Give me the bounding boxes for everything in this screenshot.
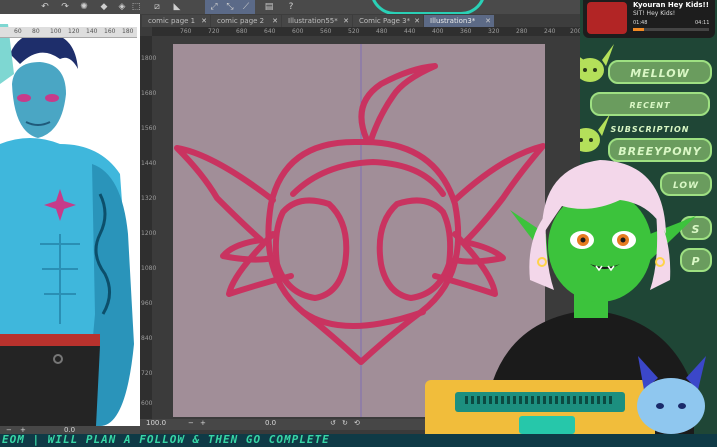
- zoom-in-icon[interactable]: +: [200, 419, 206, 428]
- reference-ruler: 60 80 100 120 140 160 180: [0, 27, 137, 38]
- scrolling-ticker: EOM | WILL PLAN A FOLLOW & THEN GO COMPL…: [0, 434, 717, 447]
- reset-rotation-icon[interactable]: ⟲: [354, 419, 360, 428]
- close-icon[interactable]: ✕: [485, 15, 491, 27]
- ruler-label: 80: [32, 28, 40, 35]
- stream-frame-arc: [370, 0, 486, 15]
- ruler-label: 140: [86, 28, 98, 35]
- lasso-icon[interactable]: ◣: [172, 2, 182, 12]
- canvas-angle-value[interactable]: 0.0: [265, 419, 276, 428]
- selection-tools-group[interactable]: ⤢ ⤡ ⟋: [205, 0, 255, 14]
- canvas-zoom-value[interactable]: 100.0: [146, 419, 166, 428]
- eraser-icon[interactable]: ◈: [117, 2, 127, 12]
- tab-label: comic page 2: [217, 17, 265, 25]
- shape-select-icon[interactable]: ⤡: [225, 2, 235, 12]
- ruler-label: 640: [264, 28, 276, 35]
- album-art: [587, 2, 627, 34]
- close-icon[interactable]: ✕: [201, 15, 207, 27]
- tab-comic-page-1[interactable]: comic page 1 ✕: [142, 15, 210, 27]
- keyboard-keys: [465, 396, 615, 404]
- tab-label: Comic Page 3*: [359, 17, 411, 25]
- toolbar: ↶ ↷ ✺ ◆ ◈ ⬚ ⧄ ◣ ⤢ ⤡ ⟋ ▤ ?: [0, 0, 580, 15]
- reference-image-panel[interactable]: [0, 14, 140, 426]
- side-ruler: 1800 1680 1560 1440 1320 1200 1080 960 8…: [140, 36, 156, 419]
- rotate-left-icon[interactable]: ↺: [330, 419, 336, 428]
- ruler-label: 960: [141, 300, 153, 307]
- line-select-icon[interactable]: ⟋: [241, 2, 251, 12]
- ruler-label: 760: [180, 28, 192, 35]
- desk-keyboard-prop: [425, 380, 655, 434]
- zoom-out-icon[interactable]: −: [188, 419, 194, 428]
- tab-comic-page-2[interactable]: comic page 2 ✕: [211, 15, 281, 27]
- ruler-label: 400: [432, 28, 444, 35]
- tab-comic-page-3[interactable]: Comic Page 3* ✕: [353, 15, 423, 27]
- loading-icon[interactable]: ✺: [79, 2, 89, 12]
- ruler-label: 1200: [141, 230, 157, 237]
- progress-track: [633, 28, 709, 31]
- ruler-label: 1440: [141, 160, 157, 167]
- ruler-label: 60: [14, 28, 22, 35]
- ruler-label: 600: [141, 400, 153, 407]
- fill-icon[interactable]: ◆: [99, 2, 109, 12]
- rect-select-icon[interactable]: ⤢: [209, 2, 219, 12]
- ruler-label: 560: [320, 28, 332, 35]
- ruler-label: 180: [122, 28, 134, 35]
- document-tabs: comic page 1 ✕ comic page 2 ✕ Illustrati…: [140, 14, 580, 27]
- blue-mascot-avatar: [637, 356, 706, 434]
- now-playing-notification: Kyouran Hey Kids!! SIT! Hey Kids! 01:48 …: [583, 0, 715, 38]
- ruler-label: 100: [50, 28, 62, 35]
- tab-illustration3[interactable]: Illustration3* ✕: [424, 15, 494, 27]
- ruler-label: 1320: [141, 195, 157, 202]
- ruler-label: 160: [104, 28, 116, 35]
- close-icon[interactable]: ✕: [343, 15, 349, 27]
- close-icon[interactable]: ✕: [414, 15, 420, 27]
- tab-illustration55[interactable]: Illustration55* ✕: [282, 15, 352, 27]
- tab-label: comic page 1: [148, 17, 196, 25]
- ruler-label: 680: [236, 28, 248, 35]
- ruler-label: 720: [208, 28, 220, 35]
- ruler-label: 360: [460, 28, 472, 35]
- help-icon[interactable]: ?: [286, 2, 296, 12]
- ruler-label: 1560: [141, 125, 157, 132]
- select-icon[interactable]: ⬚: [131, 2, 141, 12]
- ruler-label: 720: [141, 370, 153, 377]
- ruler-label: 600: [292, 28, 304, 35]
- close-icon[interactable]: ✕: [272, 15, 278, 27]
- ruler-label: 240: [544, 28, 556, 35]
- tab-label: Illustration55*: [288, 17, 338, 25]
- track-title: Kyouran Hey Kids!!: [633, 1, 709, 9]
- transform-icon[interactable]: ⧄: [152, 2, 162, 12]
- ticker-text: EOM | WILL PLAN A FOLLOW & THEN GO COMPL…: [2, 434, 330, 446]
- ruler-label: 440: [404, 28, 416, 35]
- top-ruler: 760 720 680 640 600 560 520 480 440 400 …: [152, 27, 581, 36]
- time-end: 04:11: [695, 20, 710, 26]
- tab-label: Illustration3*: [430, 17, 476, 25]
- ruler-label: 480: [376, 28, 388, 35]
- label-mellow: MELLOW: [608, 60, 712, 84]
- ruler-label: 520: [348, 28, 360, 35]
- ruler-label: 1080: [141, 265, 157, 272]
- ruler-label: 280: [516, 28, 528, 35]
- redo-icon[interactable]: ↷: [60, 2, 70, 12]
- track-message: SIT! Hey Kids!: [633, 10, 676, 17]
- ruler-label: 1800: [141, 55, 157, 62]
- document-icon[interactable]: ▤: [264, 2, 274, 12]
- ruler-label: 1680: [141, 90, 157, 97]
- label-recent-subscription: RECENT SUBSCRIPTION: [590, 92, 710, 134]
- device-screen: [519, 416, 575, 434]
- time-start: 01:48: [633, 20, 648, 26]
- progress-fill: [633, 28, 645, 31]
- ruler-label: 840: [141, 335, 153, 342]
- rotate-right-icon[interactable]: ↻: [342, 419, 348, 428]
- ruler-label: 320: [488, 28, 500, 35]
- ruler-label: 120: [68, 28, 80, 35]
- undo-icon[interactable]: ↶: [40, 2, 50, 12]
- reference-character-illustration: [0, 14, 140, 426]
